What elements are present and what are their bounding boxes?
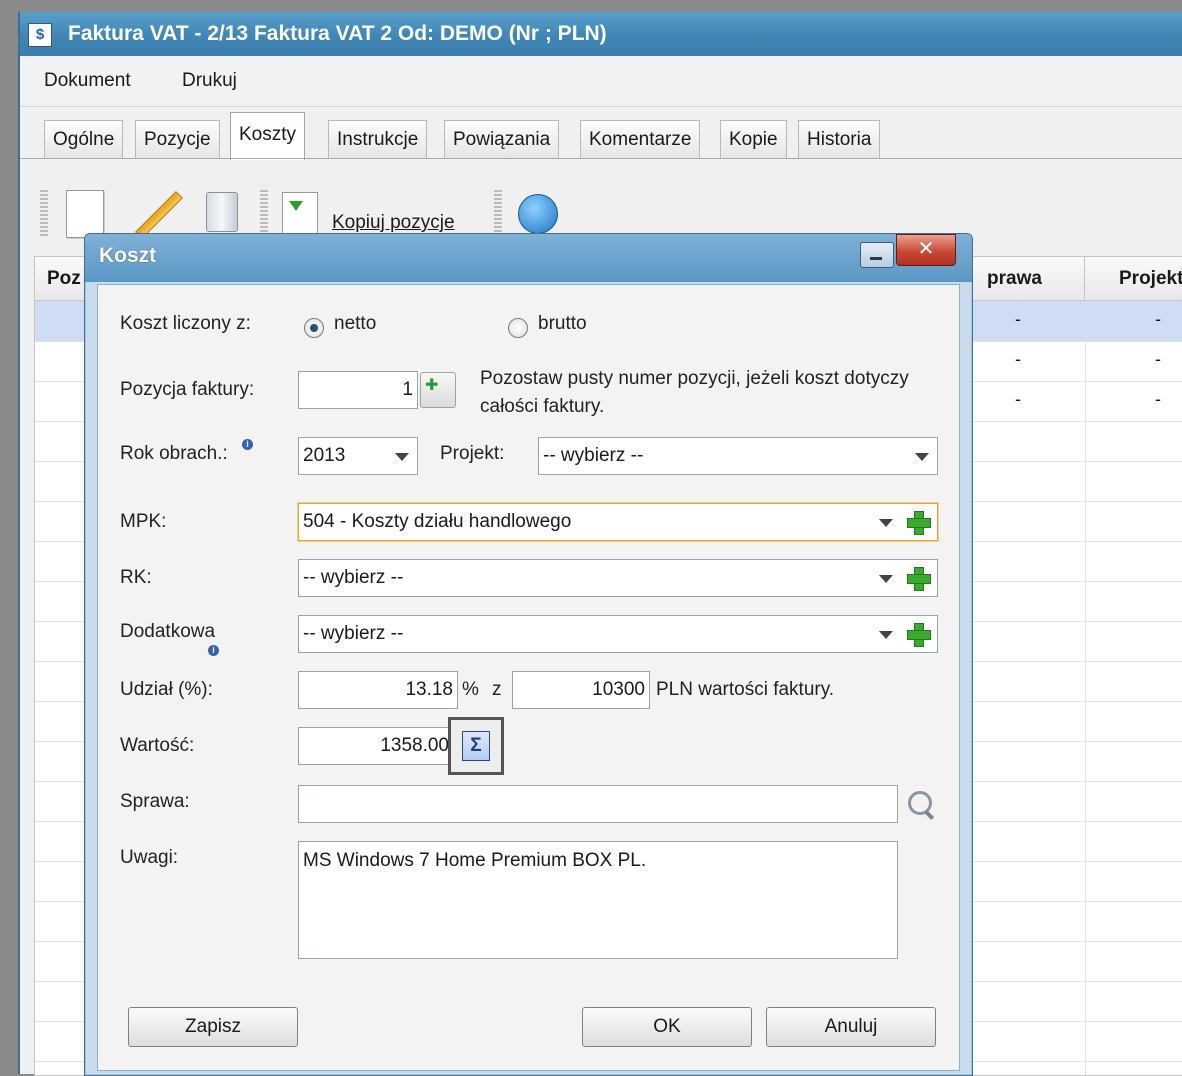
column-header-projekt[interactable]: Projekt bbox=[1085, 257, 1182, 301]
position-label: Pozycja faktury: bbox=[120, 379, 255, 400]
tab-instrukcje[interactable]: Instrukcje bbox=[328, 120, 428, 158]
add-position-button[interactable]: ✚ bbox=[420, 372, 456, 408]
close-button[interactable]: ✕ bbox=[896, 234, 956, 266]
cell-projekt: - bbox=[1155, 349, 1161, 369]
add-rk-icon[interactable] bbox=[905, 565, 931, 591]
extra-select[interactable]: -- wybierz -- bbox=[298, 615, 938, 653]
invoice-value-input[interactable]: 10300 bbox=[512, 671, 650, 709]
column-header-sprawa[interactable]: prawa bbox=[955, 257, 1085, 301]
mpk-select[interactable]: 504 - Koszty działu handlowego bbox=[298, 503, 938, 541]
tab-historia[interactable]: Historia bbox=[798, 120, 881, 158]
refresh-icon[interactable] bbox=[518, 194, 558, 234]
dollar-doc-icon: $ bbox=[28, 23, 52, 47]
cell-projekt: - bbox=[1155, 309, 1161, 329]
cancel-button[interactable]: Anuluj bbox=[766, 1007, 936, 1047]
share-label: Udział (%): bbox=[120, 679, 213, 700]
cell-sprawa: - bbox=[1015, 309, 1021, 329]
minimize-button[interactable] bbox=[860, 242, 894, 268]
save-button[interactable]: Zapisz bbox=[128, 1007, 298, 1047]
extra-label: Dodatkowa bbox=[120, 621, 216, 642]
project-select[interactable]: -- wybierz -- bbox=[538, 437, 938, 475]
chevron-down-icon bbox=[879, 575, 893, 583]
invoice-suffix: PLN wartości faktury. bbox=[656, 679, 835, 700]
notes-textarea[interactable]: MS Windows 7 Home Premium BOX PL. bbox=[298, 841, 898, 959]
position-input[interactable]: 1 bbox=[298, 371, 418, 409]
menu-dokument[interactable]: Dokument bbox=[44, 70, 131, 92]
cell-projekt: - bbox=[1155, 389, 1161, 409]
chevron-down-icon bbox=[915, 453, 929, 461]
ok-button[interactable]: OK bbox=[582, 1007, 752, 1047]
tab-kopie[interactable]: Kopie bbox=[720, 120, 787, 158]
dialog-titlebar[interactable] bbox=[85, 234, 972, 282]
sigma-icon: Σ bbox=[462, 731, 490, 761]
case-input[interactable] bbox=[298, 785, 898, 823]
rk-label: RK: bbox=[120, 567, 152, 588]
year-value: 2013 bbox=[303, 445, 346, 466]
toolbar-grip bbox=[260, 190, 268, 238]
copy-positions-button[interactable]: Kopiuj pozycje bbox=[332, 212, 455, 234]
position-hint: Pozostaw pusty numer pozycji, jeżeli kos… bbox=[480, 368, 909, 417]
info-icon: i bbox=[208, 645, 219, 656]
info-icon: i bbox=[242, 439, 253, 450]
new-document-icon[interactable] bbox=[66, 190, 104, 238]
toolbar-grip bbox=[40, 190, 48, 238]
project-label: Projekt: bbox=[440, 443, 505, 464]
tab-pozycje[interactable]: Pozycje bbox=[135, 120, 220, 158]
tab-divider bbox=[20, 158, 1182, 159]
add-position-icon: ✚ bbox=[425, 377, 439, 394]
mpk-label: MPK: bbox=[120, 511, 167, 532]
value-label: Wartość: bbox=[120, 735, 195, 756]
menu-drukuj[interactable]: Drukuj bbox=[182, 70, 237, 92]
netto-radio[interactable] bbox=[304, 318, 324, 338]
copy-positions-icon[interactable] bbox=[282, 192, 318, 238]
project-value: -- wybierz -- bbox=[543, 445, 644, 466]
cost-from-label: Koszt liczony z: bbox=[120, 313, 251, 334]
extra-value: -- wybierz -- bbox=[303, 623, 404, 644]
value-input[interactable]: 1358.00 bbox=[298, 727, 454, 765]
menu-bar: Dokument Drukuj bbox=[20, 58, 1182, 107]
tab-bar: Ogólne Pozycje Koszty Instrukcje Powiąza… bbox=[20, 112, 1182, 160]
close-icon: ✕ bbox=[917, 238, 935, 260]
share-z: z bbox=[492, 679, 502, 700]
calculate-button[interactable]: Σ bbox=[448, 717, 504, 775]
cell-sprawa: - bbox=[1015, 349, 1021, 369]
window-title: Faktura VAT - 2/13 Faktura VAT 2 Od: DEM… bbox=[68, 22, 607, 45]
brutto-label[interactable]: brutto bbox=[538, 313, 587, 335]
toolbar-grip bbox=[494, 190, 502, 238]
share-percent: % bbox=[462, 679, 479, 700]
brutto-radio[interactable] bbox=[508, 318, 528, 338]
tab-powiazania[interactable]: Powiązania bbox=[444, 120, 560, 158]
case-label: Sprawa: bbox=[120, 791, 190, 812]
netto-label[interactable]: netto bbox=[334, 313, 376, 335]
year-label: Rok obrach.: bbox=[120, 443, 228, 464]
tab-koszty[interactable]: Koszty bbox=[230, 112, 306, 160]
cost-dialog: Koszt ✕ Koszt liczony z: netto brutto Po… bbox=[84, 233, 973, 1076]
dialog-title: Koszt bbox=[99, 244, 157, 267]
recycle-bin-icon[interactable] bbox=[206, 192, 238, 232]
chevron-down-icon bbox=[395, 453, 409, 461]
notes-label: Uwagi: bbox=[120, 847, 179, 868]
chevron-down-icon bbox=[879, 519, 893, 527]
toolbar bbox=[20, 172, 1182, 242]
mpk-value: 504 - Koszty działu handlowego bbox=[303, 511, 572, 532]
cell-sprawa: - bbox=[1015, 389, 1021, 409]
chevron-down-icon bbox=[879, 631, 893, 639]
year-select[interactable]: 2013 bbox=[298, 437, 418, 475]
share-input[interactable]: 13.18 bbox=[298, 671, 458, 709]
add-extra-icon[interactable] bbox=[905, 621, 931, 647]
add-mpk-icon[interactable] bbox=[905, 509, 931, 535]
tab-komentarze[interactable]: Komentarze bbox=[580, 120, 701, 158]
rk-value: -- wybierz -- bbox=[303, 567, 404, 588]
dialog-body: Koszt liczony z: netto brutto Pozycja fa… bbox=[97, 284, 960, 1071]
rk-select[interactable]: -- wybierz -- bbox=[298, 559, 938, 597]
window-titlebar: $ Faktura VAT - 2/13 Faktura VAT 2 Od: D… bbox=[20, 12, 1182, 56]
tab-ogolne[interactable]: Ogólne bbox=[44, 120, 124, 158]
search-icon[interactable] bbox=[908, 791, 932, 815]
